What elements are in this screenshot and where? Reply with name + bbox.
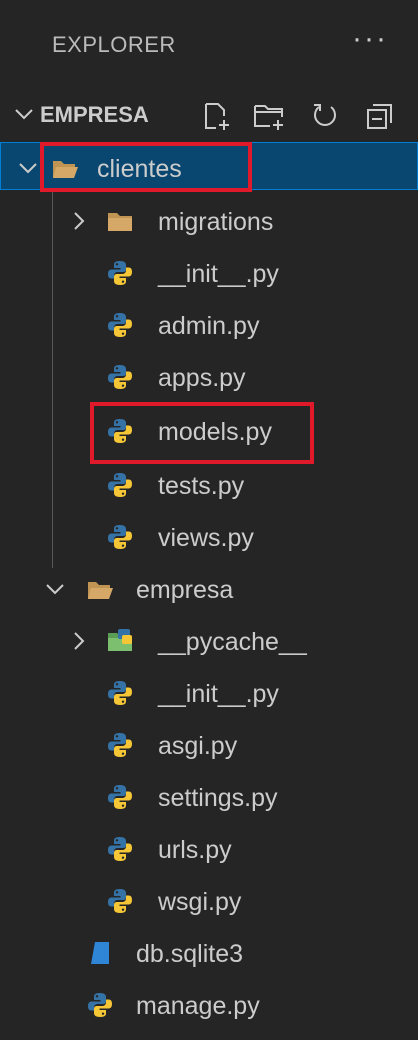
- tree-item-label: settings.py: [158, 784, 278, 812]
- tree-item-label: migrations: [158, 208, 274, 236]
- tree-file-row[interactable]: models.py: [0, 406, 418, 458]
- tree-item-label: __init__.py: [158, 680, 279, 708]
- workspace-root-label: EMPRESA: [40, 102, 149, 127]
- python-file-icon: [106, 835, 134, 863]
- tree-file-row[interactable]: asgi.py: [0, 720, 418, 772]
- tree-file-row[interactable]: apps.py: [0, 352, 418, 404]
- tree-file-row[interactable]: __init__.py: [0, 248, 418, 300]
- chevron-down-icon: [15, 109, 33, 120]
- tree-item-label: manage.py: [136, 992, 260, 1020]
- python-file-icon: [106, 783, 134, 811]
- tree-item-label: apps.py: [158, 364, 246, 392]
- tree-file-row[interactable]: settings.py: [0, 772, 418, 824]
- workspace-root[interactable]: EMPRESA: [0, 92, 418, 140]
- python-file-icon: [106, 679, 134, 707]
- python-file-icon: [106, 731, 134, 759]
- tree-item-label: __pycache__: [158, 628, 307, 656]
- collapse-all-icon[interactable]: [364, 100, 398, 132]
- python-file-icon: [106, 471, 134, 499]
- explorer-title: EXPLORER: [52, 32, 176, 57]
- tree-file-row[interactable]: __init__.py: [0, 668, 418, 720]
- tree-folder-row[interactable]: empresa: [0, 564, 418, 616]
- python-file-icon: [106, 417, 134, 445]
- tree-item-label: asgi.py: [158, 732, 238, 760]
- chevron-down-icon[interactable]: [44, 578, 66, 600]
- tree-item-label: __init__.py: [158, 260, 279, 288]
- chevron-right-icon[interactable]: [68, 210, 90, 232]
- tree-folder-row[interactable]: clientes: [0, 142, 418, 190]
- tree-item-label: admin.py: [158, 312, 260, 340]
- explorer-panel: EXPLORER ··· EMPRESA clientes migrations…: [0, 0, 418, 1053]
- folder-open-icon: [86, 575, 114, 603]
- chevron-down-icon[interactable]: [17, 157, 39, 179]
- python-file-icon: [106, 523, 134, 551]
- tree-item-label: db.sqlite3: [136, 940, 244, 968]
- tree-item-label: models.py: [158, 418, 272, 446]
- tree-item-label: urls.py: [158, 836, 232, 864]
- folder-pycache-icon: [106, 627, 134, 655]
- more-actions-icon[interactable]: ···: [352, 22, 388, 56]
- database-file-icon: [86, 939, 114, 967]
- python-file-icon: [106, 259, 134, 287]
- indent-guide-clientes: [52, 192, 53, 568]
- python-file-icon: [86, 991, 114, 1019]
- tree-item-label: views.py: [158, 524, 254, 552]
- tree-file-row[interactable]: views.py: [0, 512, 418, 564]
- folder-open-icon: [51, 154, 79, 182]
- tree-file-row[interactable]: manage.py: [0, 980, 418, 1032]
- tree-file-row[interactable]: db.sqlite3: [0, 928, 418, 980]
- tree-item-label: clientes: [97, 155, 182, 183]
- new-file-icon[interactable]: [200, 100, 232, 132]
- python-file-icon: [106, 363, 134, 391]
- tree-file-row[interactable]: tests.py: [0, 460, 418, 512]
- tree-item-label: wsgi.py: [158, 888, 242, 916]
- tree-file-row[interactable]: urls.py: [0, 824, 418, 876]
- new-folder-icon[interactable]: [252, 100, 286, 132]
- tree-item-label: empresa: [136, 576, 234, 604]
- tree-folder-row[interactable]: __pycache__: [0, 616, 418, 668]
- tree-item-label: tests.py: [158, 472, 245, 500]
- folder-icon: [106, 207, 134, 235]
- tree-folder-row[interactable]: migrations: [0, 196, 418, 248]
- explorer-header: EXPLORER ···: [0, 0, 418, 92]
- python-file-icon: [106, 311, 134, 339]
- page-margin: [0, 1040, 418, 1053]
- chevron-right-icon[interactable]: [68, 630, 90, 652]
- refresh-icon[interactable]: [310, 100, 340, 132]
- tree-file-row[interactable]: wsgi.py: [0, 876, 418, 928]
- python-file-icon: [106, 887, 134, 915]
- tree-file-row[interactable]: admin.py: [0, 300, 418, 352]
